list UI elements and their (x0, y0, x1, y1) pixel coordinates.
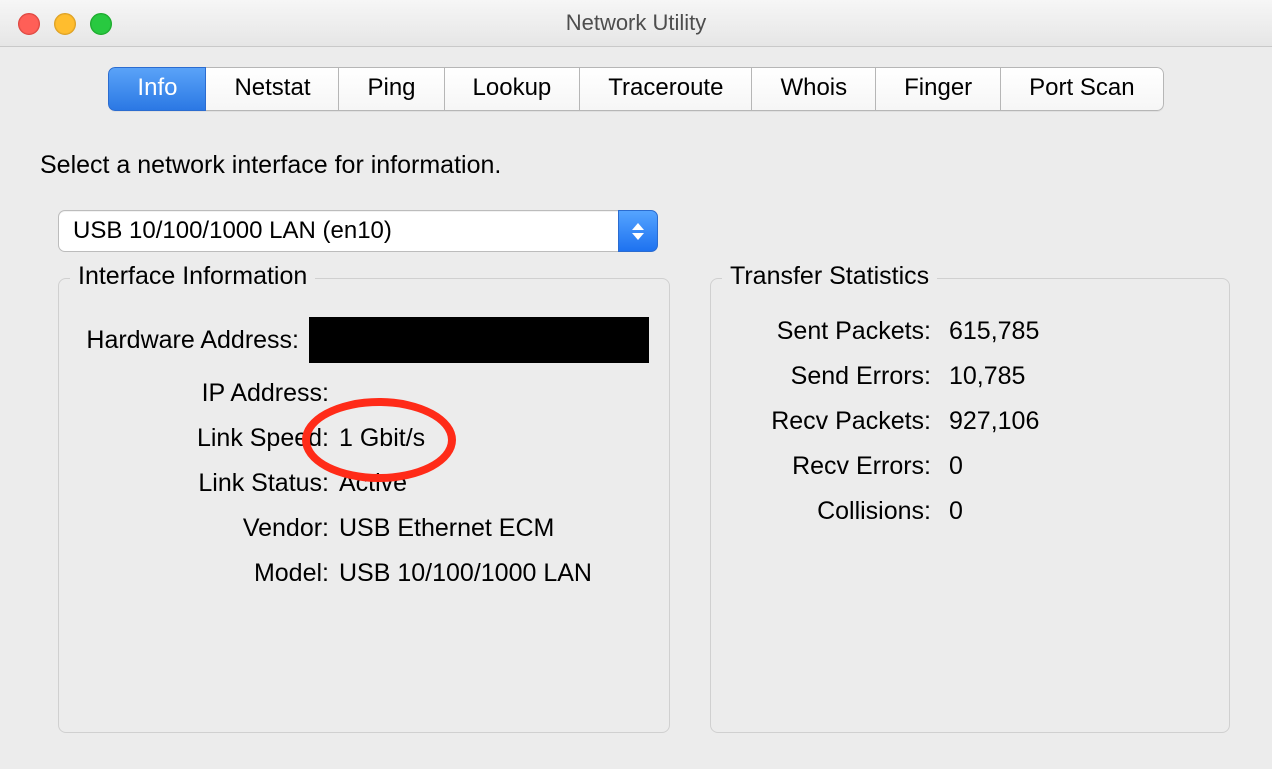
row-send-errors: Send Errors: 10,785 (731, 362, 1209, 391)
transfer-statistics-title: Transfer Statistics (722, 262, 937, 291)
close-window-button[interactable] (18, 13, 40, 35)
interface-select-stepper[interactable] (618, 210, 658, 252)
transfer-statistics-group: Transfer Statistics Sent Packets: 615,78… (710, 278, 1230, 733)
interface-information-title: Interface Information (70, 262, 315, 291)
row-model: Model: USB 10/100/1000 LAN (79, 559, 649, 588)
row-hardware-address: Hardware Address: (79, 317, 649, 363)
collisions-label: Collisions: (731, 497, 941, 526)
hardware-address-label: Hardware Address: (79, 326, 309, 355)
send-errors-label: Send Errors: (731, 362, 941, 391)
model-value: USB 10/100/1000 LAN (339, 559, 649, 588)
content-area: Select a network interface for informati… (0, 111, 1272, 733)
send-errors-value: 10,785 (941, 362, 1209, 391)
hardware-address-redacted (309, 317, 649, 363)
vendor-label: Vendor: (79, 514, 339, 543)
zoom-window-button[interactable] (90, 13, 112, 35)
recv-errors-value: 0 (941, 452, 1209, 481)
chevron-down-icon (632, 233, 644, 240)
link-status-label: Link Status: (79, 469, 339, 498)
tab-traceroute[interactable]: Traceroute (580, 67, 752, 111)
tab-bar: Info Netstat Ping Lookup Traceroute Whoi… (0, 47, 1272, 111)
link-speed-value: 1 Gbit/s (339, 424, 649, 453)
interface-select-value: USB 10/100/1000 LAN (en10) (58, 210, 618, 252)
tab-ping[interactable]: Ping (339, 67, 444, 111)
tab-netstat[interactable]: Netstat (206, 67, 339, 111)
row-link-status: Link Status: Active (79, 469, 649, 498)
interface-select[interactable]: USB 10/100/1000 LAN (en10) (58, 210, 658, 252)
recv-packets-value: 927,106 (941, 407, 1209, 436)
tab-finger[interactable]: Finger (876, 67, 1001, 111)
window-controls (18, 13, 112, 35)
tab-info[interactable]: Info (108, 67, 206, 111)
interface-information-group: Interface Information Hardware Address: … (58, 278, 670, 733)
title-bar: Network Utility (0, 0, 1272, 47)
link-speed-label: Link Speed: (79, 424, 339, 453)
recv-packets-label: Recv Packets: (731, 407, 941, 436)
sent-packets-value: 615,785 (941, 317, 1209, 346)
row-collisions: Collisions: 0 (731, 497, 1209, 526)
collisions-value: 0 (941, 497, 1209, 526)
model-label: Model: (79, 559, 339, 588)
chevron-up-icon (632, 223, 644, 230)
tab-whois[interactable]: Whois (752, 67, 876, 111)
sent-packets-label: Sent Packets: (731, 317, 941, 346)
row-sent-packets: Sent Packets: 615,785 (731, 317, 1209, 346)
tab-lookup[interactable]: Lookup (445, 67, 581, 111)
recv-errors-label: Recv Errors: (731, 452, 941, 481)
link-status-value: Active (339, 469, 649, 498)
row-link-speed: Link Speed: 1 Gbit/s (79, 424, 649, 453)
minimize-window-button[interactable] (54, 13, 76, 35)
row-vendor: Vendor: USB Ethernet ECM (79, 514, 649, 543)
row-recv-packets: Recv Packets: 927,106 (731, 407, 1209, 436)
vendor-value: USB Ethernet ECM (339, 514, 649, 543)
row-recv-errors: Recv Errors: 0 (731, 452, 1209, 481)
prompt-text: Select a network interface for informati… (40, 151, 1232, 180)
ip-address-label: IP Address: (79, 379, 339, 408)
row-ip-address: IP Address: (79, 379, 649, 408)
window-title: Network Utility (566, 10, 707, 36)
tab-port-scan[interactable]: Port Scan (1001, 67, 1163, 111)
